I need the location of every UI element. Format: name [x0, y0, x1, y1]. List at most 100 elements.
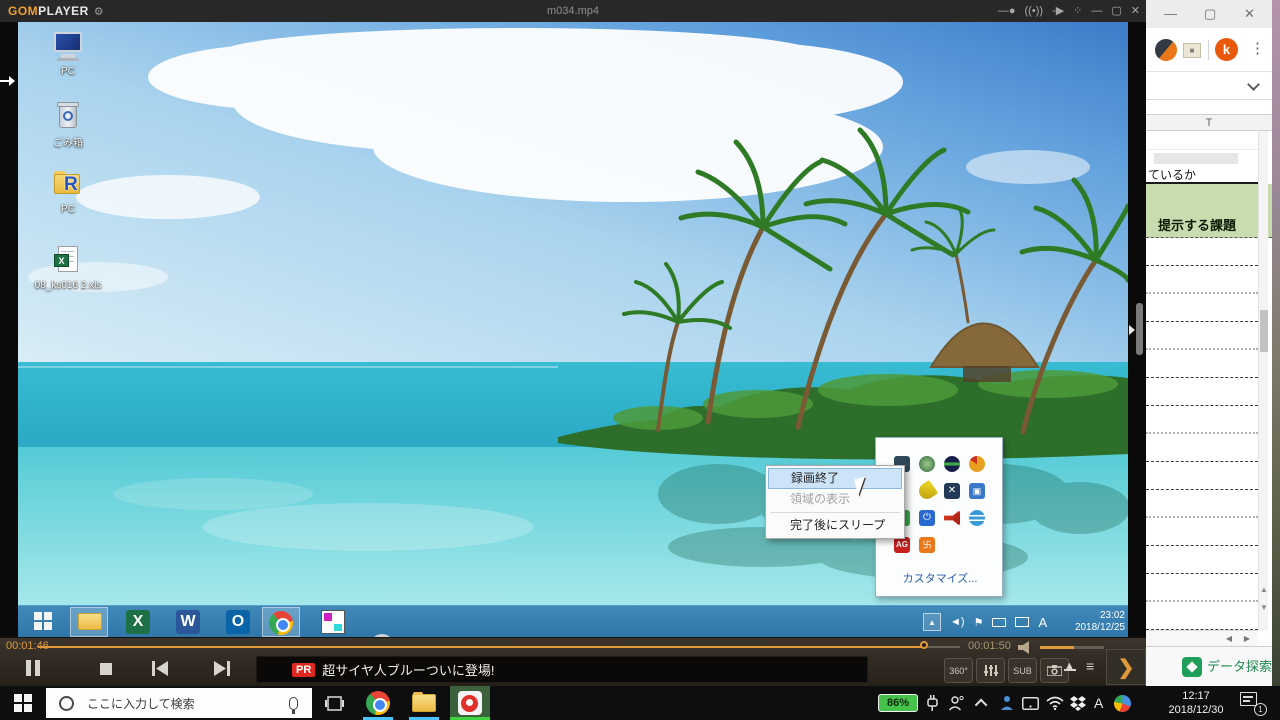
taskbar-chrome[interactable] — [364, 686, 392, 720]
explore-label[interactable]: データ探索 — [1207, 647, 1272, 687]
scroll-left-arrow[interactable]: ◀ — [1226, 634, 1232, 643]
tray-app-icon-compass[interactable] — [919, 456, 935, 472]
volume-icon[interactable] — [1018, 641, 1034, 654]
scroll-up-arrow[interactable]: ▲ — [1259, 583, 1269, 597]
tray-customize-link[interactable]: カスタマイズ... — [876, 570, 1004, 586]
eject-button[interactable]: ▲ — [1064, 660, 1076, 671]
sheet-vertical-scrollbar[interactable]: ▲ ▼ — [1258, 131, 1268, 630]
tray-tablet-icon[interactable] — [1022, 686, 1039, 720]
battery-status-badge[interactable]: 86% — [878, 694, 918, 712]
minimize-button[interactable]: — — [1091, 0, 1102, 22]
tray-app-icon-dark-globe[interactable] — [944, 456, 960, 472]
scroll-down-arrow[interactable]: ▼ — [1259, 601, 1269, 615]
system-clock[interactable]: 12:17 2018/12/30 — [1148, 689, 1244, 717]
video-network-icon[interactable] — [1015, 617, 1029, 627]
browser-titlebar[interactable]: — ▢ ✕ — [1146, 0, 1272, 28]
wifi-icon[interactable] — [1046, 686, 1064, 720]
tray-app-icon-sphere[interactable] — [969, 510, 985, 526]
tray-chevron-up-icon[interactable] — [978, 686, 987, 720]
open-panel-button[interactable]: ❯ — [1106, 649, 1146, 685]
scroll-right-arrow[interactable]: ▶ — [1244, 634, 1250, 643]
desktop-icon-pc[interactable]: PC — [30, 30, 106, 77]
maximize-button[interactable]: ▢ — [1111, 0, 1121, 22]
gom-titlebar[interactable]: GOMPLAYER ⚙ m034.mp4 —● ((•)) -▶ ⁘ — ▢ ✕ — [0, 0, 1146, 22]
sheet-grid[interactable] — [1146, 238, 1258, 630]
video-start-button[interactable] — [34, 612, 58, 636]
tray-app-icon-orange[interactable]: 卐 — [919, 537, 935, 553]
broadcast-icon[interactable]: ((•)) — [1025, 0, 1044, 22]
people-icon[interactable] — [948, 686, 964, 720]
video-taskbar-word[interactable]: W — [176, 610, 200, 634]
menu-item-sleep-after[interactable]: 完了後にスリープ — [768, 515, 902, 536]
side-scroll-thumb[interactable] — [1136, 303, 1143, 355]
extension-icon-round[interactable] — [1151, 35, 1182, 66]
action-center-button[interactable]: 1 — [1240, 692, 1262, 712]
previous-button[interactable] — [152, 661, 168, 676]
sheet-row-text[interactable]: ているか — [1146, 166, 1258, 184]
video-taskbar-notes-app[interactable] — [321, 610, 345, 634]
fullscreen-icon[interactable]: ⁘ — [1073, 0, 1082, 22]
video-battery-icon[interactable] — [992, 618, 1006, 627]
next-button[interactable] — [214, 661, 230, 676]
360-view-button[interactable]: 360° — [944, 658, 973, 683]
chevron-down-icon[interactable] — [1247, 78, 1260, 91]
desktop-icon-folder-pc[interactable]: R PC — [30, 168, 106, 215]
desktop-icon-recycle-bin[interactable]: ごみ箱 — [30, 98, 106, 149]
video-taskbar-outlook[interactable]: O — [226, 610, 250, 634]
tray-blue-person-icon[interactable] — [1000, 686, 1014, 720]
search-box[interactable]: ここに入力して検索 — [46, 688, 312, 718]
video-taskbar-explorer-active[interactable] — [70, 607, 108, 637]
taskbar-explorer[interactable] — [410, 686, 438, 720]
ime-indicator[interactable]: A — [1094, 686, 1103, 720]
task-view-button[interactable] — [320, 686, 348, 720]
ad-banner[interactable]: PR 超サイヤ人ブルーついに登場! — [256, 656, 868, 683]
seek-handle[interactable] — [920, 641, 928, 649]
pin-icon[interactable]: -▶ — [1052, 0, 1064, 22]
tray-app-icon-shield-clock[interactable] — [969, 456, 985, 472]
side-panel-arrow-icon[interactable] — [1129, 325, 1135, 335]
menu-item-stop-recording[interactable]: 録画終了 — [768, 468, 902, 489]
close-button[interactable]: ✕ — [1131, 0, 1140, 22]
sheet-highlighted-cell[interactable]: 提示する課題 — [1146, 184, 1272, 238]
tray-app-icon-ag[interactable]: AG — [894, 537, 910, 553]
start-button[interactable] — [0, 686, 46, 720]
google-app-icon[interactable] — [1114, 686, 1131, 720]
browser-maximize-button[interactable]: ▢ — [1204, 6, 1216, 22]
playlist-button[interactable]: ≡ — [1086, 658, 1093, 674]
browser-menu-icon[interactable]: ⋮ — [1250, 39, 1265, 57]
taskbar-gom-active[interactable] — [450, 686, 490, 720]
mini-slider-icon[interactable]: —● — [998, 0, 1016, 22]
plug-icon[interactable] — [926, 686, 938, 720]
sheet-row[interactable] — [1146, 150, 1258, 166]
stop-button[interactable] — [100, 663, 112, 675]
scrollbar-thumb[interactable] — [1260, 310, 1268, 352]
tray-app-icon-key[interactable] — [916, 480, 938, 502]
tray-app-icon-blue[interactable]: ▣ — [969, 483, 985, 499]
subtitles-button[interactable]: SUB — [1008, 658, 1037, 683]
video-speaker-icon[interactable]: ◄) — [950, 616, 965, 628]
tray-app-icon-megaphone[interactable] — [944, 510, 960, 526]
video-tray-chevron[interactable]: ▲ — [923, 613, 941, 631]
video-ime-indicator[interactable]: A — [1038, 615, 1047, 630]
dropbox-icon[interactable] — [1070, 686, 1086, 720]
video-taskbar-chrome-active[interactable] — [262, 607, 300, 637]
sheet-row[interactable] — [1146, 131, 1258, 150]
video-area[interactable]: PC ごみ箱 R PC X 08_ks016 2.xl — [18, 22, 1128, 637]
explore-icon[interactable] — [1182, 657, 1202, 677]
browser-close-button[interactable]: ✕ — [1244, 6, 1255, 22]
desktop-icon-xls-file[interactable]: X 08_ks016 2.xls — [30, 244, 106, 291]
video-taskbar-excel[interactable]: X — [126, 610, 150, 634]
browser-minimize-button[interactable]: — — [1164, 6, 1177, 22]
sheet-column-header[interactable]: T — [1146, 114, 1272, 131]
extension-icon-box[interactable]: ▦ — [1183, 43, 1201, 58]
microphone-icon[interactable] — [289, 697, 298, 710]
tray-app-icon-network-x[interactable]: ✕ — [944, 483, 960, 499]
tray-app-icon-power[interactable]: ⏻ — [919, 510, 935, 526]
video-flag-icon[interactable]: ⚑ — [974, 616, 984, 629]
sheet-horizontal-scrollbar[interactable]: ◀ ▶ — [1146, 630, 1258, 646]
volume-slider[interactable] — [1040, 646, 1104, 649]
profile-avatar[interactable]: k — [1215, 38, 1238, 61]
equalizer-button[interactable] — [976, 658, 1005, 683]
video-clock[interactable]: 23:02 2018/12/25 — [1053, 610, 1125, 634]
pause-button[interactable] — [26, 660, 44, 681]
